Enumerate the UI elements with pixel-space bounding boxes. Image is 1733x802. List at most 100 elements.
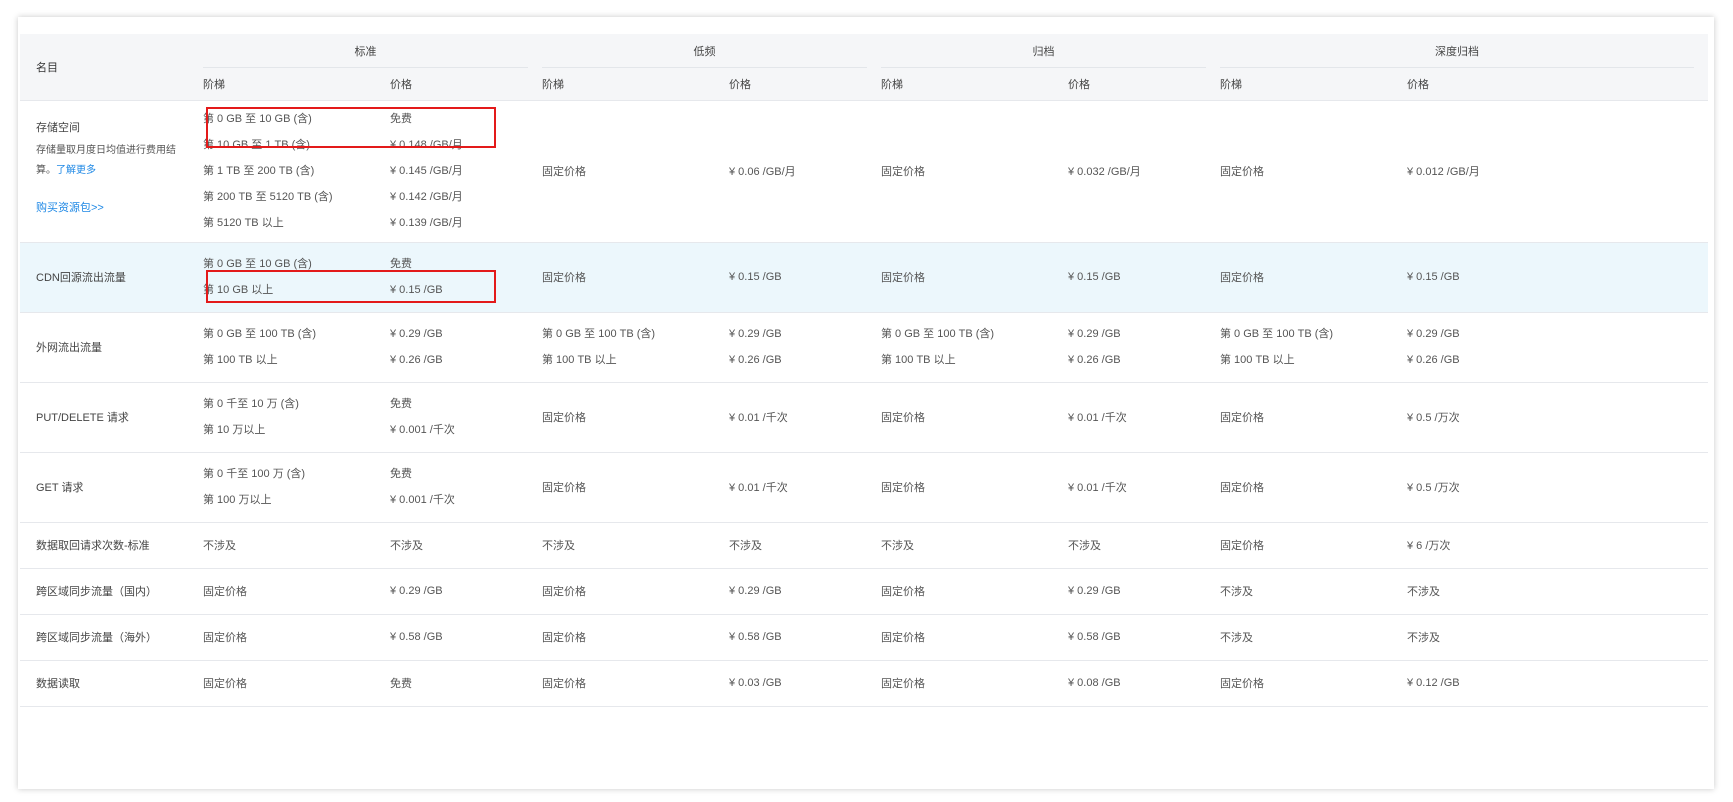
std-tier-cell: 第 0 千至 10 万 (含) 第 10 万以上	[203, 398, 299, 436]
table-cell: ¥ 0.58 /GB	[729, 631, 782, 643]
archive-price-cell: ¥ 0.01 /千次	[1068, 482, 1127, 494]
table-cell: 固定价格	[881, 678, 925, 690]
archive-tier-cell: 第 0 GB 至 100 TB (含) 第 100 TB 以上	[881, 328, 995, 366]
archive-price-cell: ¥ 0.15 /GB	[1068, 271, 1121, 283]
archive-price-cell: ¥ 0.01 /千次	[1068, 412, 1127, 424]
deep-price-cell: ¥ 0.5 /万次	[1407, 412, 1460, 424]
column-header-tier: 阶梯	[203, 68, 390, 101]
table-cell: 固定价格	[881, 632, 925, 644]
low-price-cell: ¥ 0.15 /GB	[729, 271, 782, 283]
row-name-cell: 存储空间 存储量取月度日均值进行费用结算。了解更多 购买资源包>>	[20, 100, 203, 242]
deep-price-cell: ¥ 0.5 /万次	[1407, 482, 1460, 494]
archive-price-cell: ¥ 0.032 /GB/月	[1068, 166, 1141, 178]
table-row-data-read: 数据读取 固定价格 免费 固定价格 ¥ 0.03 /GB 固定价格 ¥ 0.08…	[20, 660, 1708, 706]
learn-more-link[interactable]: 了解更多	[56, 165, 96, 176]
row-name: 数据取回请求次数-标准	[36, 540, 150, 552]
table-cell: 固定价格	[1220, 540, 1264, 552]
low-tier-cell: 第 0 GB 至 100 TB (含) 第 100 TB 以上	[542, 328, 656, 366]
low-tier-cell: 固定价格	[542, 482, 586, 494]
column-header-tier: 阶梯	[881, 68, 1068, 101]
column-header-price: 价格	[390, 68, 542, 101]
table-cell: ¥ 0.03 /GB	[729, 677, 782, 689]
column-header-price: 价格	[729, 68, 881, 101]
table-cell: 不涉及	[1220, 586, 1253, 598]
table-cell: ¥ 0.29 /GB	[390, 585, 443, 597]
low-tier-cell: 固定价格	[542, 272, 586, 284]
deep-tier-cell: 固定价格	[1220, 166, 1264, 178]
table-cell: 固定价格	[203, 632, 247, 644]
table-row-cross-region-domestic: 跨区域同步流量（国内） 固定价格 ¥ 0.29 /GB 固定价格 ¥ 0.29 …	[20, 568, 1708, 614]
std-tier-cell: 第 0 GB 至 100 TB (含) 第 100 TB 以上	[203, 328, 317, 366]
low-price-cell: ¥ 0.01 /千次	[729, 412, 788, 424]
deep-tier-cell: 固定价格	[1220, 272, 1264, 284]
table-cell: 固定价格	[881, 586, 925, 598]
column-group-deep-archive: 深度归档	[1220, 34, 1708, 68]
table-row-internet-outbound: 外网流出流量 第 0 GB 至 100 TB (含) 第 100 TB 以上 ¥ …	[20, 312, 1708, 382]
row-name: 外网流出流量	[36, 342, 102, 354]
low-tier-cell: 固定价格	[542, 166, 586, 178]
table-cell: 不涉及	[542, 540, 575, 552]
low-price-cell: ¥ 0.06 /GB/月	[729, 166, 796, 178]
low-price-cell: ¥ 0.29 /GB ¥ 0.26 /GB	[729, 328, 782, 366]
low-price-cell: ¥ 0.01 /千次	[729, 482, 788, 494]
table-cell: ¥ 6 /万次	[1407, 540, 1451, 552]
table-cell: 固定价格	[1220, 678, 1264, 690]
highlight-box-storage-free-tier	[206, 107, 496, 148]
table-row-put-delete: PUT/DELETE 请求 第 0 千至 10 万 (含) 第 10 万以上 免费…	[20, 382, 1708, 452]
table-cell: 不涉及	[1407, 586, 1440, 598]
row-name: PUT/DELETE 请求	[36, 412, 129, 424]
table-cell: 固定价格	[542, 586, 586, 598]
storage-billing-note: 存储量取月度日均值进行费用结算。了解更多	[36, 144, 176, 176]
archive-tier-cell: 固定价格	[881, 166, 925, 178]
table-row-retrieval-requests: 数据取回请求次数-标准 不涉及 不涉及 不涉及 不涉及 不涉及 不涉及 固定价格…	[20, 522, 1708, 568]
deep-price-cell: ¥ 0.29 /GB ¥ 0.26 /GB	[1407, 328, 1460, 366]
column-header-tier: 阶梯	[1220, 68, 1407, 101]
row-name: 跨区域同步流量（海外）	[36, 632, 157, 644]
archive-tier-cell: 固定价格	[881, 412, 925, 424]
deep-price-cell: ¥ 0.012 /GB/月	[1407, 166, 1480, 178]
std-price-cell: 免费 ¥ 0.001 /千次	[390, 398, 455, 436]
table-cell: ¥ 0.58 /GB	[1068, 631, 1121, 643]
table-row-cross-region-overseas: 跨区域同步流量（海外） 固定价格 ¥ 0.58 /GB 固定价格 ¥ 0.58 …	[20, 614, 1708, 660]
row-name: 存储空间	[36, 121, 80, 134]
column-header-name: 名目	[20, 34, 203, 101]
std-tier-cell: 第 0 千至 100 万 (含) 第 100 万以上	[203, 468, 306, 506]
std-price-cell: 免费 ¥ 0.001 /千次	[390, 468, 455, 506]
table-cell: 固定价格	[203, 586, 247, 598]
table-cell: 免费	[390, 678, 412, 690]
table-cell: ¥ 0.29 /GB	[1068, 585, 1121, 597]
deep-tier-cell: 固定价格	[1220, 482, 1264, 494]
column-group-infrequent: 低频	[542, 34, 881, 68]
deep-price-cell: ¥ 0.15 /GB	[1407, 271, 1460, 283]
buy-package-link[interactable]: 购买资源包>>	[36, 199, 203, 215]
table-cell: 不涉及	[1068, 540, 1101, 552]
column-group-archive: 归档	[881, 34, 1220, 68]
column-header-tier: 阶梯	[542, 68, 729, 101]
table-cell: ¥ 0.58 /GB	[390, 631, 443, 643]
table-cell: 不涉及	[1220, 632, 1253, 644]
table-row-get: GET 请求 第 0 千至 100 万 (含) 第 100 万以上 免费 ¥ 0.0…	[20, 452, 1708, 522]
table-cell: 不涉及	[1407, 632, 1440, 644]
row-name: 跨区域同步流量（国内）	[36, 586, 157, 598]
table-header-subcolumns: 阶梯 价格 阶梯 价格 阶梯 价格 阶梯 价格	[20, 68, 1708, 101]
deep-tier-cell: 固定价格	[1220, 412, 1264, 424]
low-tier-cell: 固定价格	[542, 412, 586, 424]
highlight-box-cdn-free-tier	[206, 270, 496, 303]
table-header-groups: 名目 标准 低频 归档 深度归档	[20, 34, 1708, 101]
column-header-price: 价格	[1068, 68, 1220, 101]
table-cell: ¥ 0.29 /GB	[729, 585, 782, 597]
archive-tier-cell: 固定价格	[881, 482, 925, 494]
table-cell: 不涉及	[881, 540, 914, 552]
column-group-standard: 标准	[203, 34, 542, 68]
table-cell: ¥ 0.12 /GB	[1407, 677, 1460, 689]
deep-tier-cell: 第 0 GB 至 100 TB (含) 第 100 TB 以上	[1220, 328, 1334, 366]
table-cell: 固定价格	[203, 678, 247, 690]
row-name: CDN回源流出流量	[36, 272, 126, 284]
archive-price-cell: ¥ 0.29 /GB ¥ 0.26 /GB	[1068, 328, 1121, 366]
table-cell: 不涉及	[390, 540, 423, 552]
table-cell: ¥ 0.08 /GB	[1068, 677, 1121, 689]
table-cell: 不涉及	[729, 540, 762, 552]
table-cell: 固定价格	[542, 632, 586, 644]
table-cell: 固定价格	[542, 678, 586, 690]
column-header-price: 价格	[1407, 68, 1708, 101]
